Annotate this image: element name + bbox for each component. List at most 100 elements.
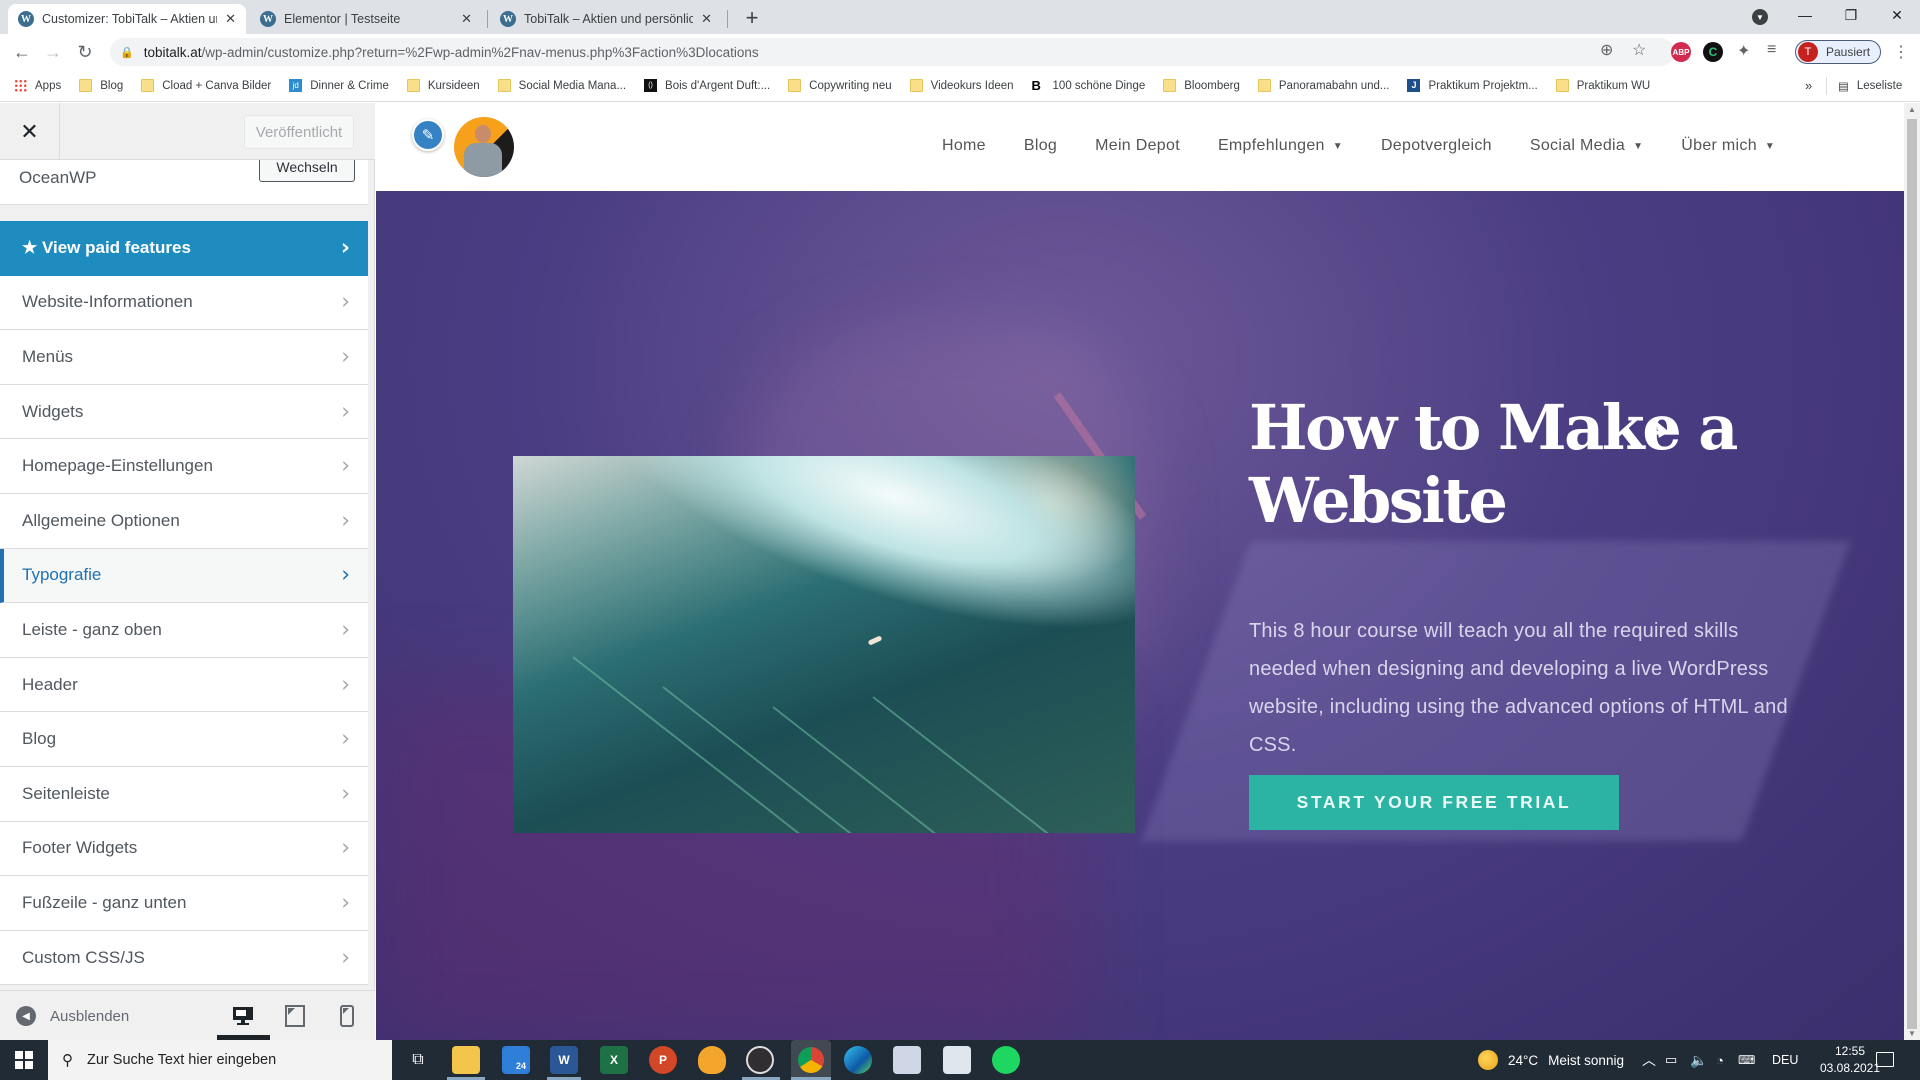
tablet-preview-icon[interactable]: [283, 1004, 307, 1028]
bookmark-item[interactable]: Cload + Canva Bilder: [141, 79, 271, 92]
spotify-icon[interactable]: [992, 1046, 1020, 1074]
section-label: Homepage-Einstellungen: [22, 456, 213, 476]
close-customizer-button[interactable]: ✕: [0, 103, 60, 160]
scroll-down-icon[interactable]: ▼: [1908, 1029, 1916, 1038]
volume-icon[interactable]: 🔈: [1690, 1040, 1707, 1080]
powerpoint-icon[interactable]: P: [649, 1046, 677, 1074]
word-icon[interactable]: W: [550, 1046, 578, 1074]
bookmark-item[interactable]: () Bois d'Argent Duft:...: [644, 79, 770, 92]
excel-icon[interactable]: X: [600, 1046, 628, 1074]
bookmark-item[interactable]: Praktikum WU: [1555, 79, 1650, 92]
wifi-icon[interactable]: ◔: [1716, 1040, 1724, 1080]
media-control-icon[interactable]: ≡: [1767, 41, 1776, 59]
edge-icon[interactable]: [844, 1046, 872, 1074]
bookmark-item[interactable]: jd Dinner & Crime: [289, 79, 389, 92]
notepad-icon[interactable]: [943, 1046, 971, 1074]
keyboard-icon[interactable]: ⌨: [1738, 1040, 1755, 1080]
customizer-section-item[interactable]: Fußzeile - ganz unten ›: [0, 876, 368, 931]
forward-arrow-icon[interactable]: →: [41, 40, 65, 64]
show-hidden-icons-chevron[interactable]: ︿: [1642, 1040, 1656, 1080]
customizer-section-item[interactable]: Footer Widgets ›: [0, 821, 368, 877]
extensions-puzzle-icon[interactable]: ✦: [1737, 41, 1750, 61]
preview-scrollbar[interactable]: ▲ ▼: [1904, 103, 1920, 1040]
language-indicator[interactable]: DEU: [1772, 1040, 1798, 1080]
zoom-icon[interactable]: ⊕: [1600, 40, 1613, 60]
camera-icon[interactable]: ▭: [1665, 1040, 1677, 1080]
customizer-section-item[interactable]: Typografie ›: [0, 548, 368, 604]
reload-icon[interactable]: ↻: [73, 40, 97, 64]
nav-item[interactable]: Home: [942, 137, 986, 155]
bookmark-item[interactable]: Apps: [14, 79, 61, 92]
scroll-up-icon[interactable]: ▲: [1908, 105, 1916, 114]
task-view-icon[interactable]: ⧉: [404, 1046, 432, 1074]
customizer-section-item[interactable]: Website-Informationen ›: [0, 275, 368, 331]
site-logo[interactable]: [454, 117, 514, 177]
bookmark-item[interactable]: Videokurs Ideen: [909, 79, 1014, 92]
customizer-section-item[interactable]: Custom CSS/JS ›: [0, 930, 368, 986]
bookmark-item[interactable]: Bloomberg: [1163, 79, 1240, 92]
customizer-section-item[interactable]: Widgets ›: [0, 384, 368, 440]
bookmark-item[interactable]: Panoramabahn und...: [1257, 79, 1389, 92]
bois-icon: (): [644, 79, 658, 92]
nav-item[interactable]: Social Media ▼: [1530, 137, 1643, 155]
nav-item[interactable]: Depotvergleich: [1381, 137, 1492, 155]
file-explorer-icon[interactable]: [452, 1046, 480, 1074]
edit-shortcut-pencil-icon[interactable]: ✎: [412, 119, 444, 151]
close-window-button[interactable]: ✕: [1874, 0, 1920, 30]
bookmark-item[interactable]: Kursideen: [406, 79, 480, 92]
system-clock[interactable]: 12:55 03.08.2021: [1815, 1043, 1885, 1077]
bookmark-item[interactable]: Blog: [79, 79, 123, 92]
reading-list-button[interactable]: ▤ Leseliste: [1838, 79, 1902, 93]
profile-button[interactable]: T Pausiert: [1795, 40, 1881, 64]
publish-button[interactable]: Veröffentlicht: [244, 115, 354, 149]
nav-item[interactable]: Mein Depot: [1095, 137, 1180, 155]
chrome-taskbar-button[interactable]: [791, 1040, 831, 1080]
customizer-section-item[interactable]: Seitenleiste ›: [0, 766, 368, 822]
start-button[interactable]: [0, 1040, 48, 1080]
new-tab-button[interactable]: +: [738, 4, 766, 32]
view-paid-features-button[interactable]: ★ View paid features ›: [0, 221, 368, 276]
minimize-button[interactable]: —: [1782, 0, 1828, 30]
remote-desktop-icon[interactable]: [893, 1046, 921, 1074]
bookmark-item[interactable]: J Praktikum Projektm...: [1407, 79, 1538, 92]
adblock-plus-icon[interactable]: ABP: [1671, 42, 1691, 62]
more-bookmarks-button[interactable]: »: [1805, 78, 1812, 93]
mobile-preview-icon[interactable]: [335, 1004, 359, 1028]
bookmark-star-icon[interactable]: ☆: [1632, 40, 1646, 60]
customizer-section-item[interactable]: Header ›: [0, 657, 368, 713]
customizer-section-item[interactable]: Allgemeine Optionen ›: [0, 493, 368, 549]
tab-search-icon[interactable]: ▼: [1752, 9, 1768, 25]
tab-tobitalk[interactable]: W TobiTalk – Aktien und persönliche ✕: [490, 4, 722, 34]
obs-icon[interactable]: [746, 1046, 774, 1074]
close-tab-icon[interactable]: ✕: [701, 11, 712, 27]
address-bar[interactable]: 🔒 tobitalk.at/wp-admin/customize.php?ret…: [110, 38, 1675, 66]
maximize-button[interactable]: ❐: [1828, 0, 1874, 30]
customizer-section-item[interactable]: Homepage-Einstellungen ›: [0, 439, 368, 494]
desktop-preview-icon[interactable]: [231, 1004, 255, 1028]
tab-customizer[interactable]: W Customizer: TobiTalk – Aktien und ✕: [8, 4, 246, 34]
hide-controls-button[interactable]: ◀ Ausblenden: [16, 1006, 129, 1026]
taskbar-search[interactable]: ⚲ Zur Suche Text hier eingeben: [48, 1040, 392, 1080]
customizer-section-item[interactable]: Menüs ›: [0, 330, 368, 385]
back-arrow-icon[interactable]: ←: [10, 40, 34, 64]
bookmark-item[interactable]: Social Media Mana...: [497, 79, 626, 92]
change-theme-button[interactable]: Wechseln: [259, 160, 355, 182]
nav-item[interactable]: Empfehlungen ▼: [1218, 137, 1343, 155]
menu-kebab-icon[interactable]: ⋮: [1893, 42, 1909, 62]
bookmark-item[interactable]: Copywriting neu: [788, 79, 892, 92]
weather-widget[interactable]: 24°C Meist sonnig: [1478, 1040, 1624, 1080]
tab-elementor[interactable]: W Elementor | Testseite ✕: [250, 4, 482, 34]
nav-item[interactable]: Über mich ▼: [1681, 137, 1775, 155]
close-tab-icon[interactable]: ✕: [225, 11, 236, 27]
grammarly-icon[interactable]: C: [1703, 42, 1723, 62]
bookmark-item[interactable]: B 100 schöne Dinge: [1032, 79, 1146, 92]
start-free-trial-button[interactable]: START YOUR FREE TRIAL: [1249, 775, 1619, 830]
customizer-section-item[interactable]: Blog ›: [0, 712, 368, 767]
audacity-icon[interactable]: [698, 1046, 726, 1074]
mail-icon[interactable]: 24: [502, 1046, 530, 1074]
notifications-icon[interactable]: [1876, 1052, 1894, 1067]
close-tab-icon[interactable]: ✕: [461, 11, 472, 27]
customizer-section-item[interactable]: Leiste - ganz oben ›: [0, 603, 368, 658]
scrollbar-thumb[interactable]: [1907, 119, 1917, 1029]
nav-item[interactable]: Blog: [1024, 137, 1057, 155]
